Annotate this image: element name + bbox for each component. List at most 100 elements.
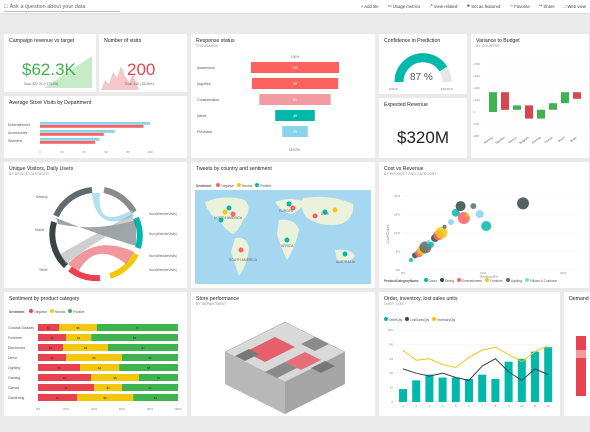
y-tick: -100 xyxy=(473,122,479,126)
tile-number-of-visits[interactable]: Number of visits 200 Goal: 446 (-55.06%) xyxy=(99,34,187,92)
bar xyxy=(40,133,104,136)
gauge-max: 100.00 % xyxy=(441,87,453,91)
chord-label: Tablet xyxy=(39,268,48,272)
action-label: Share xyxy=(543,3,555,9)
tile-campaign-revenue[interactable]: Campaign revenue vs target $62.3K Goal: … xyxy=(4,34,96,92)
tile-avg-store-visits[interactable]: Average Store Visits by Department Enter… xyxy=(4,96,187,158)
qa-placeholder: Ask a question about your data xyxy=(9,3,86,10)
top-toolbar: □ Ask a question about your data + Add ti… xyxy=(0,0,590,14)
combo-chart: 1008060402001 2 3 4 5 6 7 8 9 10 11 12 xyxy=(388,328,553,408)
bar-category: Furniture xyxy=(8,336,22,340)
funnel-category: Awareness xyxy=(197,66,215,70)
chart-icon: ▭ xyxy=(387,3,392,8)
action-share[interactable]: ↪ Share xyxy=(539,3,555,9)
stacked-bar-chart: Cocktail Glasses $3 $5 $7 Furniture $5 $4 $8 Ele… xyxy=(8,324,182,411)
y-tick: 0% xyxy=(396,268,401,272)
y-tick: 10% xyxy=(394,231,400,235)
action-bar: + Add tile ▭ Usage metrics ↗ View related ★ Set… xyxy=(361,3,586,9)
y-tick: 60 xyxy=(390,357,394,361)
scatter-legend: ProductCategoryName Doors Dining Enterta… xyxy=(384,278,558,283)
tile-variance-to-budget[interactable]: Variance to Budget BY COUNTRY +700 +400 +2… xyxy=(471,34,589,158)
bar-chart: Entertainment Accessories Womens 0 20 40 60 80 1… xyxy=(8,122,153,154)
scatter-point xyxy=(442,224,447,229)
gauge-value: 87 % xyxy=(410,72,433,83)
tile-demand[interactable]: Demand xyxy=(564,292,590,416)
bar-label: $5 xyxy=(104,396,108,400)
share-icon: ↪ xyxy=(538,3,543,8)
x-tick: Brazil xyxy=(557,135,566,143)
x-tick: 20 xyxy=(60,150,64,154)
x-tick: 5 xyxy=(455,404,457,408)
tile-response-status[interactable]: Response status THOUSANDS 100% 16.92% Aw… xyxy=(191,34,375,158)
action-set-as-featured[interactable]: ★ Set as featured xyxy=(466,3,500,9)
tile-store-performance[interactable]: Store performance BY DEPARTMENT xyxy=(191,292,375,416)
tile-order-inventory[interactable]: Order, inventory, lost sales units OVER … xyxy=(379,292,560,416)
bar xyxy=(40,130,115,133)
bar-label: $3 xyxy=(157,376,161,380)
action-web-view[interactable]: □ Web view xyxy=(564,3,586,9)
chat-icon: □ xyxy=(4,3,8,10)
waterfall-chart: +700 +400 +200 +100 0 -100 -200 Norway Sweden Mex… xyxy=(473,62,585,145)
bar-category: Games xyxy=(8,386,20,390)
kpi-value: $62.3K xyxy=(22,60,76,79)
tile-unique-visitors[interactable]: Unique Visitors, Daily Users BY DEVICE C… xyxy=(4,162,187,288)
waterfall-bar xyxy=(537,109,545,119)
y-tick: 0 xyxy=(473,110,475,114)
bar xyxy=(40,141,95,144)
pin-icon: ★ xyxy=(466,3,471,8)
action-favorite[interactable]: ☆ Favorite xyxy=(509,3,529,9)
gauge-chart xyxy=(394,53,452,83)
bar-category: Cocktail Glasses xyxy=(8,326,34,330)
funnel-category: Inquiries xyxy=(197,82,211,86)
tile-sentiment-by-product[interactable]: Sentiment by product category Sentiment … xyxy=(4,292,187,416)
chord-label: Num(WebsiteVisits) xyxy=(149,268,177,272)
bar-label: $4 xyxy=(56,396,60,400)
chord-label: Desktop xyxy=(36,195,48,199)
action-view-related[interactable]: ↗ View related xyxy=(429,3,457,9)
bar-category: Gaming xyxy=(8,376,20,380)
scatter-point xyxy=(470,203,477,210)
x-tick: 8 xyxy=(495,404,497,408)
action-label: Usage metrics xyxy=(392,3,421,9)
order-bar xyxy=(438,377,447,402)
view-icon: □ xyxy=(563,3,567,9)
lost-sales-line xyxy=(402,358,549,382)
tile-title: Expected Revenue xyxy=(384,102,428,108)
tile-cost-vs-revenue[interactable]: Cost vs Revenue BY PRODUCT AND CATEGORY … xyxy=(379,162,589,288)
kpi-goal: Goal: $22.7K (+174.6%) xyxy=(24,82,59,86)
action-usage-metrics[interactable]: ▭ Usage metrics xyxy=(388,3,421,9)
map-label: ASIA xyxy=(321,212,329,216)
bar-label: $5 xyxy=(76,326,80,330)
x-tick: Sweden xyxy=(494,135,505,145)
action-add-tile[interactable]: + Add tile xyxy=(361,3,379,9)
y-tick: 15% xyxy=(394,213,400,217)
order-bar xyxy=(491,378,500,402)
bar xyxy=(40,125,144,128)
x-tick: Belgium xyxy=(518,135,530,145)
x-tick: 60 xyxy=(104,150,108,154)
scatter-point xyxy=(475,210,484,219)
bar-label: $7 xyxy=(136,326,140,330)
y-tick: 20% xyxy=(394,194,400,198)
map-dot xyxy=(342,251,348,257)
action-label: View related xyxy=(433,3,458,9)
action-label: Add tile xyxy=(364,3,379,9)
x-tick: Spain xyxy=(569,135,578,143)
waterfall-bar xyxy=(549,103,557,110)
chord-label: Num(WebsiteVisits) xyxy=(149,232,177,236)
scatter-point xyxy=(409,258,413,263)
tile-confidence[interactable]: Confidence in Prediction 87 % 0.00 % 100… xyxy=(379,34,467,94)
tile-tweets-map[interactable]: Tweets by country and sentiment Sentimen… xyxy=(191,162,375,288)
bar-label: $3 xyxy=(154,396,158,400)
x-tick: 11 xyxy=(533,404,536,408)
tile-expected-revenue[interactable]: Expected Revenue $320M xyxy=(379,98,467,158)
bar-category: Electronics xyxy=(8,346,25,350)
qa-input[interactable]: □ Ask a question about your data xyxy=(4,2,120,12)
action-label: Web view xyxy=(567,3,586,9)
y-tick: -200 xyxy=(473,134,479,138)
map-label: AFRICA xyxy=(281,244,294,248)
waterfall-bar xyxy=(513,105,521,110)
funnel-category: Intent xyxy=(197,114,206,118)
tile-title: Number of visits xyxy=(104,38,142,44)
demand-chart xyxy=(576,336,586,396)
